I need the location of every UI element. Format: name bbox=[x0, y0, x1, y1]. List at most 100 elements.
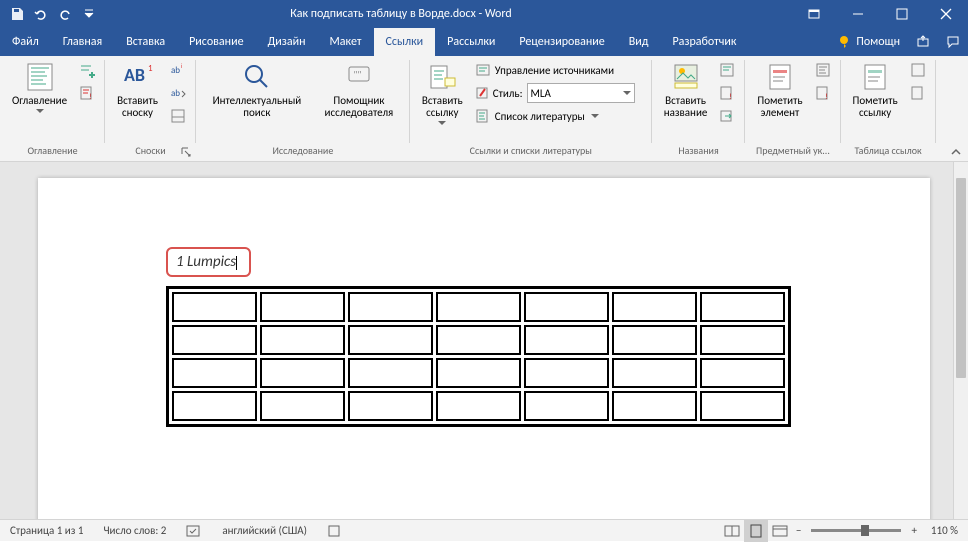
footnote-icon: AB1 bbox=[122, 61, 154, 93]
save-button[interactable] bbox=[6, 3, 28, 25]
read-mode-button[interactable] bbox=[720, 520, 744, 542]
smart-lookup-button[interactable]: Интеллектуальный поиск bbox=[202, 59, 312, 121]
document-area[interactable]: 1 Lumpics bbox=[0, 162, 953, 519]
window-title: Как подписать таблицу в Ворде.docx - Wor… bbox=[100, 7, 702, 21]
tell-me-button[interactable]: Помощн bbox=[830, 35, 908, 49]
document-table[interactable] bbox=[166, 286, 791, 427]
tab-references[interactable]: Ссылки bbox=[374, 28, 436, 56]
update-toa-button[interactable] bbox=[906, 82, 930, 104]
svg-text:!: ! bbox=[825, 92, 828, 101]
language-indicator[interactable]: английский (США) bbox=[212, 520, 317, 542]
quick-access-toolbar bbox=[0, 3, 100, 25]
svg-text:i: i bbox=[181, 62, 183, 70]
show-notes-button[interactable] bbox=[166, 105, 190, 127]
undo-button[interactable] bbox=[30, 3, 52, 25]
title-bar: Как подписать таблицу в Ворде.docx - Wor… bbox=[0, 0, 968, 28]
mark-entry-icon bbox=[764, 61, 796, 93]
citation-icon bbox=[426, 61, 458, 93]
tab-layout[interactable]: Макет bbox=[318, 28, 374, 56]
smart-lookup-icon bbox=[241, 61, 273, 93]
insert-table-figures-button[interactable] bbox=[715, 59, 739, 81]
qat-customize-button[interactable] bbox=[78, 3, 100, 25]
maximize-button[interactable] bbox=[880, 0, 924, 28]
zoom-thumb[interactable] bbox=[861, 525, 869, 536]
update-table-button[interactable]: ! bbox=[715, 82, 739, 104]
text-cursor bbox=[236, 256, 237, 270]
scrollbar-thumb[interactable] bbox=[956, 178, 966, 378]
zoom-slider[interactable] bbox=[811, 529, 901, 532]
insert-caption-button[interactable]: Вставить название bbox=[658, 59, 714, 121]
mark-entry-button[interactable]: Пометить элемент bbox=[751, 59, 808, 121]
mark-citation-button[interactable]: Пометить ссылку bbox=[847, 59, 904, 121]
window-controls bbox=[792, 0, 968, 28]
add-text-button[interactable] bbox=[75, 59, 99, 81]
cross-reference-button[interactable] bbox=[715, 105, 739, 127]
insert-index-button[interactable] bbox=[811, 59, 835, 81]
tab-review[interactable]: Рецензирование bbox=[507, 28, 616, 56]
style-selector[interactable]: Стиль:MLA bbox=[471, 82, 646, 104]
word-count[interactable]: Число слов: 2 bbox=[93, 520, 176, 542]
group-captions: Вставить название ! Названия bbox=[652, 56, 746, 161]
footnotes-launcher[interactable] bbox=[181, 147, 193, 159]
tab-developer[interactable]: Разработчик bbox=[660, 28, 748, 56]
zoom-in-button[interactable]: + bbox=[907, 520, 920, 542]
spellcheck-button[interactable] bbox=[176, 520, 212, 542]
mark-citation-icon bbox=[859, 61, 891, 93]
chevron-down-icon bbox=[36, 109, 44, 113]
bibliography-button[interactable]: Список литературы bbox=[471, 105, 646, 127]
update-toc-button[interactable]: ! bbox=[75, 82, 99, 104]
svg-text:ab: ab bbox=[171, 65, 180, 76]
tab-design[interactable]: Дизайн bbox=[256, 28, 318, 56]
zoom-out-button[interactable]: − bbox=[792, 520, 805, 542]
ribbon-display-options[interactable] bbox=[792, 0, 836, 28]
page-indicator[interactable]: Страница 1 из 1 bbox=[0, 520, 93, 542]
print-layout-button[interactable] bbox=[744, 520, 768, 542]
svg-text:AB: AB bbox=[124, 64, 145, 86]
tab-insert[interactable]: Вставка bbox=[114, 28, 177, 56]
caption-icon bbox=[670, 61, 702, 93]
collapse-ribbon-button[interactable] bbox=[950, 146, 962, 158]
svg-text:1: 1 bbox=[148, 63, 153, 74]
insert-citation-button[interactable]: Вставить ссылку bbox=[416, 59, 469, 127]
insert-endnote-button[interactable]: abi bbox=[166, 59, 190, 81]
update-index-button[interactable]: ! bbox=[811, 82, 835, 104]
ribbon: Оглавление ! Оглавление AB1 Вставить сно… bbox=[0, 56, 968, 162]
svg-text:!: ! bbox=[729, 92, 732, 101]
tab-home[interactable]: Главная bbox=[51, 28, 114, 56]
vertical-scrollbar[interactable] bbox=[953, 162, 968, 519]
chevron-down-icon bbox=[438, 121, 446, 125]
next-footnote-button[interactable]: ab bbox=[166, 82, 190, 104]
accessibility-button[interactable] bbox=[317, 520, 351, 542]
svg-text:"": "" bbox=[353, 68, 361, 81]
researcher-button[interactable]: "" Помощник исследователя bbox=[314, 59, 404, 121]
close-button[interactable] bbox=[924, 0, 968, 28]
minimize-button[interactable] bbox=[836, 0, 880, 28]
group-toa: Пометить ссылку Таблица ссылок bbox=[841, 56, 936, 161]
redo-button[interactable] bbox=[54, 3, 76, 25]
tab-draw[interactable]: Рисование bbox=[177, 28, 255, 56]
group-toc: Оглавление ! Оглавление bbox=[0, 56, 105, 161]
group-footnotes: AB1 Вставить сноску abi ab Сноски bbox=[105, 56, 196, 161]
share-button[interactable] bbox=[908, 28, 938, 56]
tab-file[interactable]: Файл bbox=[0, 28, 51, 56]
svg-text:ab: ab bbox=[171, 88, 180, 99]
page[interactable]: 1 Lumpics bbox=[38, 178, 930, 519]
group-research: Интеллектуальный поиск "" Помощник иссле… bbox=[196, 56, 410, 161]
ribbon-tabs: Файл Главная Вставка Рисование Дизайн Ма… bbox=[0, 28, 968, 56]
zoom-level[interactable]: 110 % bbox=[921, 520, 968, 542]
insert-toa-button[interactable] bbox=[906, 59, 930, 81]
tab-view[interactable]: Вид bbox=[617, 28, 661, 56]
group-citations: Вставить ссылку Управление источниками С… bbox=[410, 56, 652, 161]
svg-text:!: ! bbox=[89, 92, 92, 101]
comments-button[interactable] bbox=[938, 28, 968, 56]
toc-button[interactable]: Оглавление bbox=[6, 59, 73, 115]
web-layout-button[interactable] bbox=[768, 520, 792, 542]
insert-footnote-button[interactable]: AB1 Вставить сноску bbox=[111, 59, 164, 121]
status-bar: Страница 1 из 1 Число слов: 2 английский… bbox=[0, 519, 968, 541]
toc-icon bbox=[24, 61, 56, 93]
manage-sources-button[interactable]: Управление источниками bbox=[471, 59, 646, 81]
tab-mailings[interactable]: Рассылки bbox=[435, 28, 507, 56]
researcher-icon: "" bbox=[343, 61, 375, 93]
group-index: Пометить элемент ! Предметный ук... bbox=[745, 56, 840, 161]
table-caption[interactable]: 1 Lumpics bbox=[166, 247, 251, 277]
